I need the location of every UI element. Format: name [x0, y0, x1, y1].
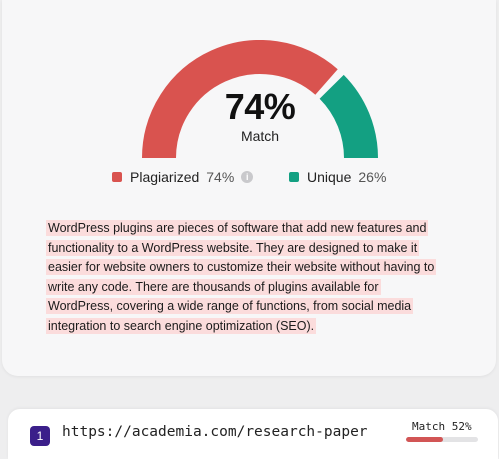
match-label: Match	[240, 128, 280, 144]
source-match-label: Match 52%	[412, 420, 472, 433]
plagiarized-highlight: WordPress plugins are pieces of software…	[46, 220, 437, 334]
source-url[interactable]: https://academia.com/research-paper	[62, 424, 368, 440]
unique-value: 26%	[358, 169, 387, 185]
plagiarized-value: 74%	[206, 169, 235, 185]
match-percent: 74%	[224, 86, 296, 127]
info-icon[interactable]: i	[241, 171, 254, 183]
plagiarized-label: Plagiarized	[130, 169, 200, 185]
unique-label: Unique	[307, 169, 352, 185]
source-row[interactable]: 1 https://academia.com/research-paper Ma…	[8, 409, 498, 459]
checked-text: WordPress plugins are pieces of software…	[46, 219, 441, 336]
result-card: 74% Match Plagiarized 74% i Unique 26% W…	[2, 0, 496, 376]
source-match-bar-fill	[406, 437, 444, 442]
legend-unique: Unique 26%	[289, 168, 386, 186]
unique-swatch	[289, 172, 299, 182]
source-match-bar	[406, 437, 478, 442]
gauge-unique-arc	[319, 74, 378, 158]
plagiarized-swatch	[112, 172, 122, 182]
legend-plagiarized: Plagiarized 74% i	[112, 168, 254, 186]
source-index-badge: 1	[30, 426, 50, 446]
